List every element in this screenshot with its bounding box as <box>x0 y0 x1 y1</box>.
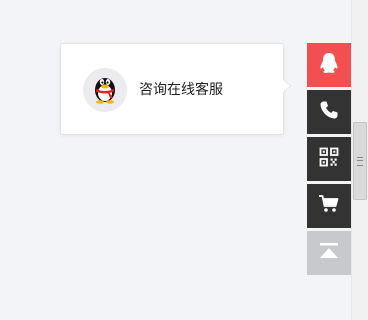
back-to-top-button[interactable] <box>307 231 351 275</box>
grip-icon <box>357 156 363 166</box>
vertical-scrollbar[interactable] <box>351 0 368 320</box>
scrollbar-thumb[interactable] <box>353 122 367 200</box>
qq-button[interactable] <box>307 43 351 87</box>
cart-icon <box>318 194 340 218</box>
floating-toolbar <box>307 43 351 278</box>
back-to-top-icon <box>319 242 339 264</box>
phone-button[interactable] <box>307 90 351 134</box>
phone-icon <box>319 100 339 124</box>
consult-online-service-label[interactable]: 咨询在线客服 <box>139 79 223 99</box>
qq-penguin-icon <box>319 52 339 78</box>
qr-code-icon <box>319 147 339 171</box>
qrcode-button[interactable] <box>307 137 351 181</box>
consult-popover[interactable]: 咨询在线客服 <box>60 43 291 135</box>
cart-button[interactable] <box>307 184 351 228</box>
qq-penguin-icon <box>90 72 120 108</box>
avatar <box>83 68 127 112</box>
